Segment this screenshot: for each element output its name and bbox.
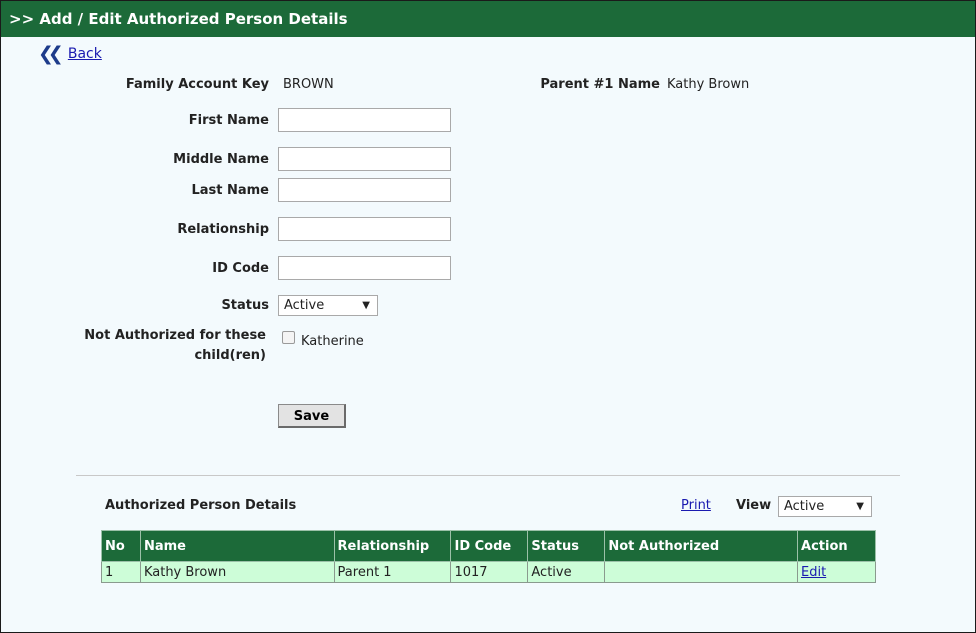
cell-id-code: 1017: [450, 561, 529, 583]
first-name-label: First Name: [188, 113, 269, 128]
page-title: >> Add / Edit Authorized Person Details: [9, 10, 348, 28]
relationship-input[interactable]: [278, 217, 451, 241]
column-header-status: Status: [527, 530, 606, 562]
cell-action: Edit: [797, 561, 876, 583]
not-authorized-label: Not Authorized for these child(ren): [61, 326, 266, 366]
back-link[interactable]: Back: [68, 46, 102, 62]
edit-link[interactable]: Edit: [801, 565, 826, 580]
last-name-label: Last Name: [191, 183, 269, 198]
cell-status: Active: [527, 561, 606, 583]
status-select-value: Active: [284, 298, 325, 313]
double-chevron-left-icon[interactable]: ❮❮: [38, 45, 64, 64]
parent1-name-label: Parent #1 Name: [540, 77, 660, 92]
relationship-label: Relationship: [177, 222, 269, 237]
list-title: Authorized Person Details: [105, 498, 297, 513]
first-name-input[interactable]: [278, 108, 451, 132]
column-header-not-authorized: Not Authorized: [604, 530, 799, 562]
cell-relationship: Parent 1: [333, 561, 452, 583]
save-button[interactable]: Save: [278, 404, 346, 428]
caret-down-icon: ▼: [362, 300, 370, 311]
status-select[interactable]: Active ▼: [278, 295, 378, 316]
page-frame: >> Add / Edit Authorized Person Details …: [0, 0, 976, 633]
table-header-row: No Name Relationship ID Code Status Not …: [101, 530, 876, 562]
page-header: >> Add / Edit Authorized Person Details: [1, 1, 975, 37]
column-header-name: Name: [139, 530, 335, 562]
not-authorized-label-line2: child(ren): [194, 348, 266, 363]
id-code-label: ID Code: [212, 261, 269, 276]
child-katherine-checkbox[interactable]: [282, 331, 295, 344]
table-row: 1 Kathy Brown Parent 1 1017 Active Edit: [101, 561, 876, 583]
caret-down-icon: ▼: [856, 501, 864, 512]
column-header-action: Action: [797, 530, 876, 562]
middle-name-input[interactable]: [278, 147, 451, 171]
view-select-value: Active: [784, 499, 825, 514]
status-label: Status: [221, 298, 269, 313]
parent1-name-value: Kathy Brown: [667, 77, 750, 92]
print-link[interactable]: Print: [681, 498, 711, 513]
back-link-group[interactable]: ❮❮ Back: [38, 45, 102, 64]
cell-no: 1: [101, 561, 141, 583]
column-header-relationship: Relationship: [333, 530, 452, 562]
authorized-persons-table: No Name Relationship ID Code Status Not …: [101, 530, 876, 583]
family-account-key-value: BROWN: [283, 77, 334, 92]
view-label: View: [736, 498, 772, 513]
last-name-input[interactable]: [278, 178, 451, 202]
middle-name-label: Middle Name: [173, 152, 269, 167]
child-katherine-label: Katherine: [301, 334, 364, 349]
column-header-no: No: [101, 530, 141, 562]
cell-not-authorized: [604, 561, 799, 583]
cell-name: Kathy Brown: [139, 561, 335, 583]
column-header-id-code: ID Code: [450, 530, 529, 562]
not-authorized-label-line1: Not Authorized for these: [84, 328, 266, 343]
id-code-input[interactable]: [278, 256, 451, 280]
view-select[interactable]: Active ▼: [778, 496, 872, 517]
section-divider: [76, 475, 900, 476]
family-account-key-label: Family Account Key: [125, 77, 269, 92]
